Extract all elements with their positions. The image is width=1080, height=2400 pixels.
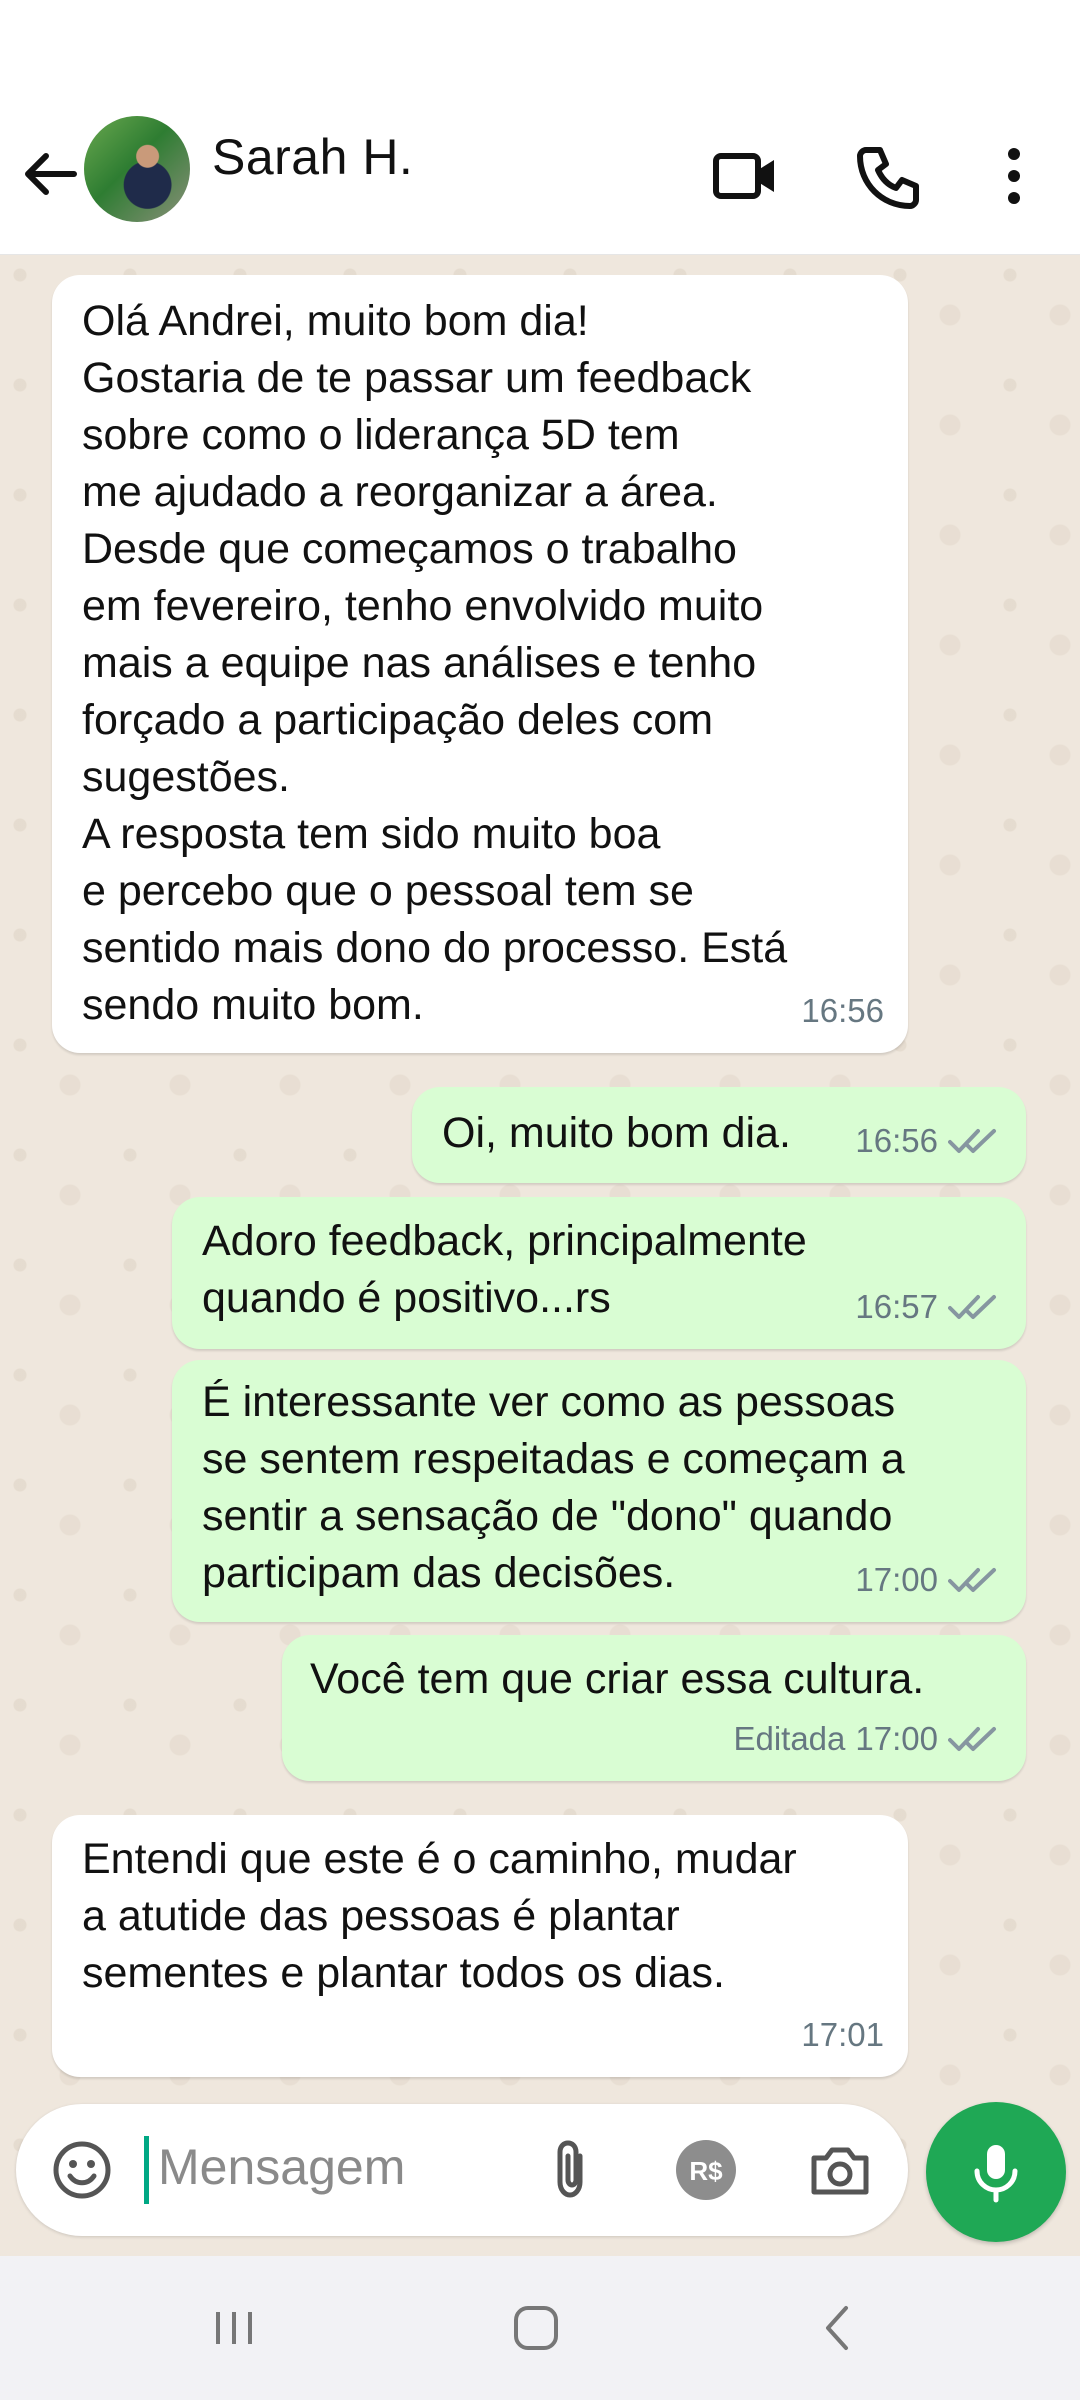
svg-text:R$: R$ (689, 2156, 723, 2186)
message-time: 17:01 (801, 2016, 884, 2053)
mic-button[interactable] (926, 2102, 1066, 2242)
message-text: Oi, muito bom dia. (442, 1109, 791, 1157)
message-incoming[interactable]: Olá Andrei, muito bom dia! Gostaria de t… (52, 275, 908, 1053)
attach-icon[interactable] (536, 2134, 608, 2206)
message-outgoing[interactable]: Você tem que criar essa cultura. Editada… (282, 1635, 1026, 1781)
text-cursor (144, 2136, 149, 2204)
payment-icon[interactable]: R$ (670, 2134, 742, 2206)
edited-label: Editada (733, 1720, 846, 1757)
voice-call-icon[interactable] (852, 140, 924, 212)
status-bar (0, 0, 1080, 100)
read-ticks-icon (948, 1567, 996, 1592)
chat-area[interactable]: Olá Andrei, muito bom dia! Gostaria de t… (0, 255, 1080, 2160)
home-icon[interactable] (506, 2298, 566, 2358)
message-text: Você tem que criar essa cultura. (310, 1655, 925, 1703)
message-text: Olá Andrei, muito bom dia! Gostaria de t… (82, 297, 788, 1029)
recent-apps-icon[interactable] (204, 2298, 264, 2358)
avatar[interactable] (84, 116, 190, 222)
emoji-icon[interactable] (46, 2134, 118, 2206)
message-time: 17:00 (855, 1720, 938, 1757)
message-outgoing[interactable]: É interessante ver como as pessoas se se… (172, 1360, 1026, 1622)
back-arrow-icon[interactable] (18, 142, 82, 206)
read-ticks-icon (948, 1294, 996, 1319)
mic-icon (974, 2145, 1018, 2203)
message-outgoing[interactable]: Oi, muito bom dia. 16:56 (412, 1087, 1026, 1183)
contact-name[interactable]: Sarah H. (212, 128, 413, 186)
chat-header: Sarah H. (0, 100, 1080, 255)
camera-icon[interactable] (804, 2134, 876, 2206)
read-ticks-icon (948, 1128, 996, 1153)
read-ticks-icon (948, 1726, 996, 1751)
message-meta: 16:56 (801, 982, 884, 1039)
message-meta: 17:01 (801, 2006, 884, 2063)
message-meta: 16:56 (855, 1112, 1002, 1169)
message-incoming[interactable]: Entendi que este é o caminho, mudar a at… (52, 1815, 908, 2077)
message-meta: 17:00 (855, 1551, 1002, 1608)
message-outgoing[interactable]: Adoro feedback, principalmente quando é … (172, 1197, 1026, 1349)
message-time: 16:56 (855, 1122, 938, 1159)
message-text: Entendi que este é o caminho, mudar a at… (82, 1835, 797, 1997)
message-input[interactable]: Mensagem (158, 2138, 405, 2196)
message-meta: Editada 17:00 (733, 1710, 1002, 1767)
message-meta: 16:57 (855, 1278, 1002, 1335)
back-nav-icon[interactable] (808, 2298, 868, 2358)
video-call-icon[interactable] (710, 140, 782, 212)
system-nav-bar (0, 2256, 1080, 2400)
message-time: 16:56 (801, 992, 884, 1029)
more-options-icon[interactable] (978, 140, 1050, 212)
message-time: 16:57 (855, 1288, 938, 1325)
message-text: Adoro feedback, principalmente quando é … (202, 1217, 807, 1322)
message-text: É interessante ver como as pessoas se se… (202, 1378, 905, 1597)
message-time: 17:00 (855, 1561, 938, 1598)
message-input-bar: Mensagem R$ (16, 2104, 908, 2236)
